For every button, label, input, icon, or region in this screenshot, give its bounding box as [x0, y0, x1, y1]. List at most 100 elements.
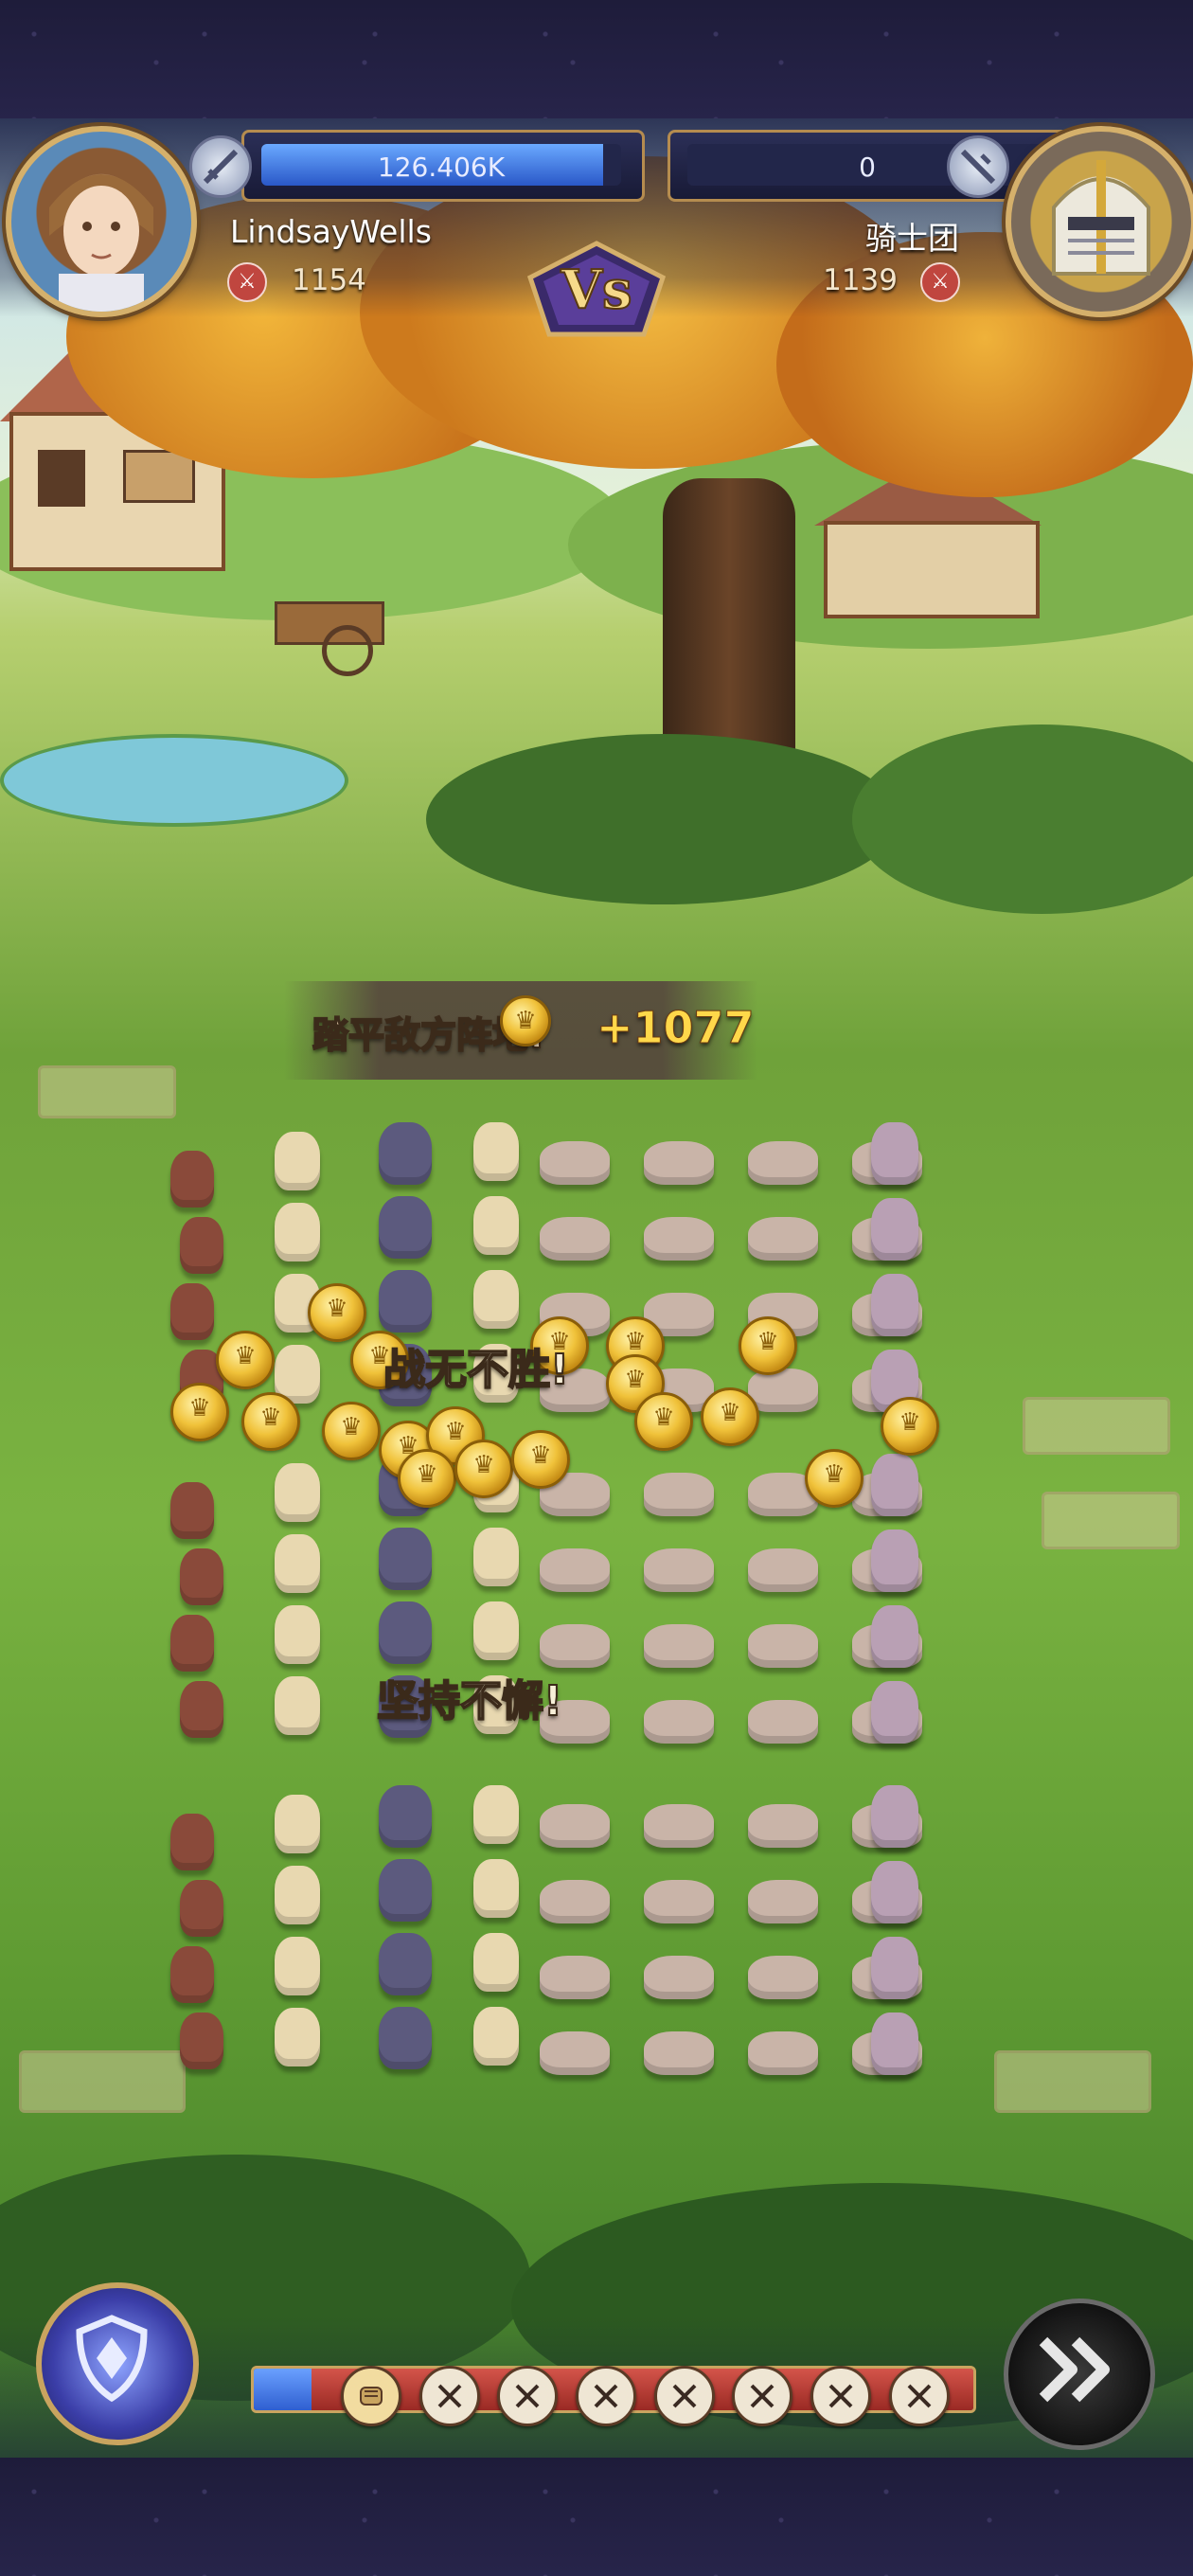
enemy-knight [871, 1274, 918, 1336]
bush [852, 724, 1193, 914]
skill-button[interactable] [36, 2282, 199, 2445]
enemy-cavalry [644, 1217, 714, 1261]
enemy-cavalry [644, 1880, 714, 1923]
player-swordsman [473, 1196, 519, 1255]
wave-marker [653, 2366, 715, 2426]
enemy-avatar[interactable] [1006, 126, 1193, 317]
gold-coin-icon [308, 1283, 366, 1342]
gold-coin-icon [701, 1387, 759, 1446]
player-wolf [379, 1785, 432, 1848]
enemy-knight [871, 1681, 918, 1744]
bottom-letterbox [0, 2458, 1193, 2576]
enemy-cavalry [644, 2031, 714, 2075]
player-swordsman [473, 1122, 519, 1181]
gold-coin-icon [241, 1392, 300, 1451]
enemy-cavalry [748, 1880, 818, 1923]
crossed-swords-icon [828, 2384, 853, 2408]
gold-coin-icon [398, 1449, 456, 1508]
cart-wheel [322, 625, 373, 676]
player-swordsman [473, 1785, 519, 1844]
player-archer [170, 1151, 214, 1208]
crossed-swords-icon [672, 2384, 697, 2408]
enemy-cavalry [644, 1473, 714, 1516]
enemy-knight [871, 1605, 918, 1668]
enemy-cavalry [748, 1956, 818, 1999]
player-swordsman [275, 1866, 320, 1924]
player-wolf [379, 2007, 432, 2069]
player-avatar[interactable] [6, 126, 197, 317]
player-archer [180, 1217, 223, 1274]
player-power-icon: ⚔ [227, 262, 267, 302]
fist-icon [360, 2387, 383, 2406]
paving-stone [38, 1065, 176, 1118]
enemy-knight [871, 1454, 918, 1516]
paving-stone [1042, 1492, 1180, 1549]
enemy-cavalry [748, 1804, 818, 1848]
enemy-cavalry [748, 1368, 818, 1412]
bottom-hud [0, 2278, 1193, 2458]
player-wolf [379, 1601, 432, 1664]
enemy-cavalry [540, 1548, 610, 1592]
enemy-cavalry [540, 1804, 610, 1848]
enemy-sword-emblem-icon [947, 135, 1009, 198]
crossed-swords-icon [515, 2384, 540, 2408]
paving-stone [1023, 1397, 1170, 1455]
enemy-cavalry [748, 1548, 818, 1592]
enemy-cavalry [748, 1141, 818, 1185]
reward-banner: 踏平敌方阵地! +1077 [284, 981, 757, 1080]
player-swordsman [275, 1534, 320, 1593]
enemy-cavalry [644, 1700, 714, 1744]
enemy-power: 1139 [823, 263, 898, 297]
player-wolf [379, 1270, 432, 1333]
game-screen: 战无不胜! 坚持不懈! 踏平敌方阵地! +1077 126.406K 0 [0, 0, 1193, 2576]
enemy-power-icon: ⚔ [920, 262, 960, 302]
enemy-knight [871, 1122, 918, 1185]
hero-portrait-icon [49, 174, 153, 312]
paving-stone [19, 2050, 186, 2113]
player-wolf [379, 1528, 432, 1590]
shield-skill-icon [76, 2315, 148, 2403]
player-name: LindsayWells [230, 213, 432, 250]
player-swordsman [275, 1795, 320, 1853]
enemy-cavalry [540, 1217, 610, 1261]
player-archer [170, 1814, 214, 1870]
enemy-cavalry [540, 1624, 610, 1668]
enemy-knight [871, 1530, 918, 1592]
crossed-swords-icon [750, 2384, 775, 2408]
player-archer [170, 1482, 214, 1539]
enemy-cavalry [748, 2031, 818, 2075]
crossed-swords-icon [437, 2384, 462, 2408]
player-wolf [379, 1122, 432, 1185]
gold-coin-icon [454, 1440, 513, 1498]
wave-marker [888, 2366, 950, 2426]
player-swordsman [275, 1605, 320, 1664]
wave-marker [575, 2366, 636, 2426]
bush [426, 734, 899, 904]
player-swordsman [473, 1859, 519, 1918]
enemy-cavalry [540, 1880, 610, 1923]
gold-coin-icon [739, 1316, 797, 1375]
gold-coin-icon [805, 1449, 864, 1508]
player-sword-emblem-icon [189, 135, 252, 198]
battle-shout: 战无不胜! [383, 1345, 570, 1395]
enemy-cavalry [540, 2031, 610, 2075]
enemy-cavalry [748, 1624, 818, 1668]
vs-emblem: Vs [521, 240, 672, 344]
enemy-knight [871, 2012, 918, 2075]
speed-button[interactable] [1004, 2299, 1155, 2450]
player-swordsman [275, 1203, 320, 1261]
wave-marker [418, 2366, 480, 2426]
enemy-name: 骑士团 [865, 220, 959, 257]
player-wolf [379, 1933, 432, 1995]
enemy-knight [871, 1785, 918, 1848]
player-hp-text: 126.406K [377, 152, 506, 183]
enemy-knight [871, 1937, 918, 1999]
wave-marker [810, 2366, 871, 2426]
gold-coin-icon [500, 995, 551, 1046]
player-archer [170, 1283, 214, 1340]
player-swordsman [473, 1601, 519, 1660]
paving-stone [994, 2050, 1151, 2113]
player-archer [170, 1615, 214, 1672]
knight-portrait-icon [1052, 160, 1150, 276]
gold-coin-icon [322, 1402, 381, 1460]
